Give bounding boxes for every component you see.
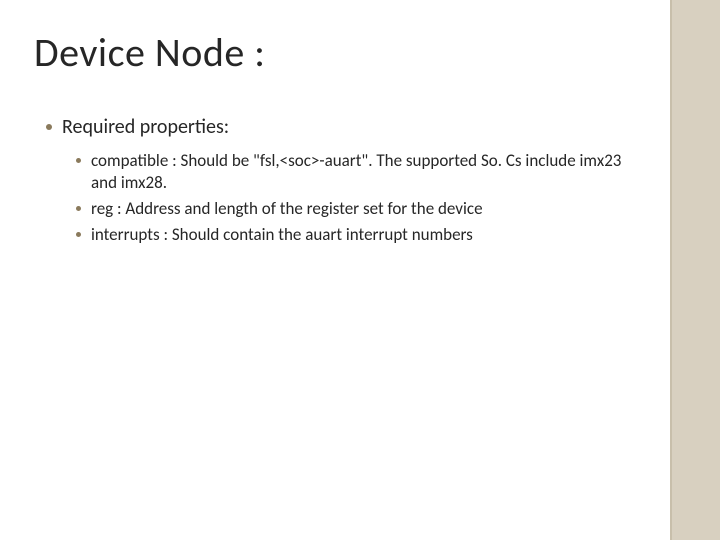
bullet-lvl2-item: reg : Address and length of the register… [76, 198, 650, 220]
bullet-dot-icon [76, 232, 81, 237]
bullet-lvl2-item: interrupts : Should contain the auart in… [76, 224, 650, 246]
side-accent-bar [672, 0, 720, 540]
bullet-lvl2-text: reg : Address and length of the register… [91, 198, 483, 220]
bullet-dot-icon [76, 206, 81, 211]
bullet-lvl2-text: interrupts : Should contain the auart in… [91, 224, 473, 246]
slide-content: Device Node : Required properties: compa… [0, 0, 670, 250]
slide-title: Device Node : [28, 28, 650, 77]
bullet-dot-icon [46, 124, 52, 130]
bullet-lvl1-text: Required properties: [62, 115, 229, 140]
side-accent-line [670, 0, 672, 540]
bullet-dot-icon [76, 158, 81, 163]
bullet-lvl2-item: compatible : Should be "fsl,<soc>-auart"… [76, 150, 650, 194]
bullet-lvl2-text: compatible : Should be "fsl,<soc>-auart"… [91, 150, 631, 194]
bullet-lvl1: Required properties: [46, 115, 650, 140]
